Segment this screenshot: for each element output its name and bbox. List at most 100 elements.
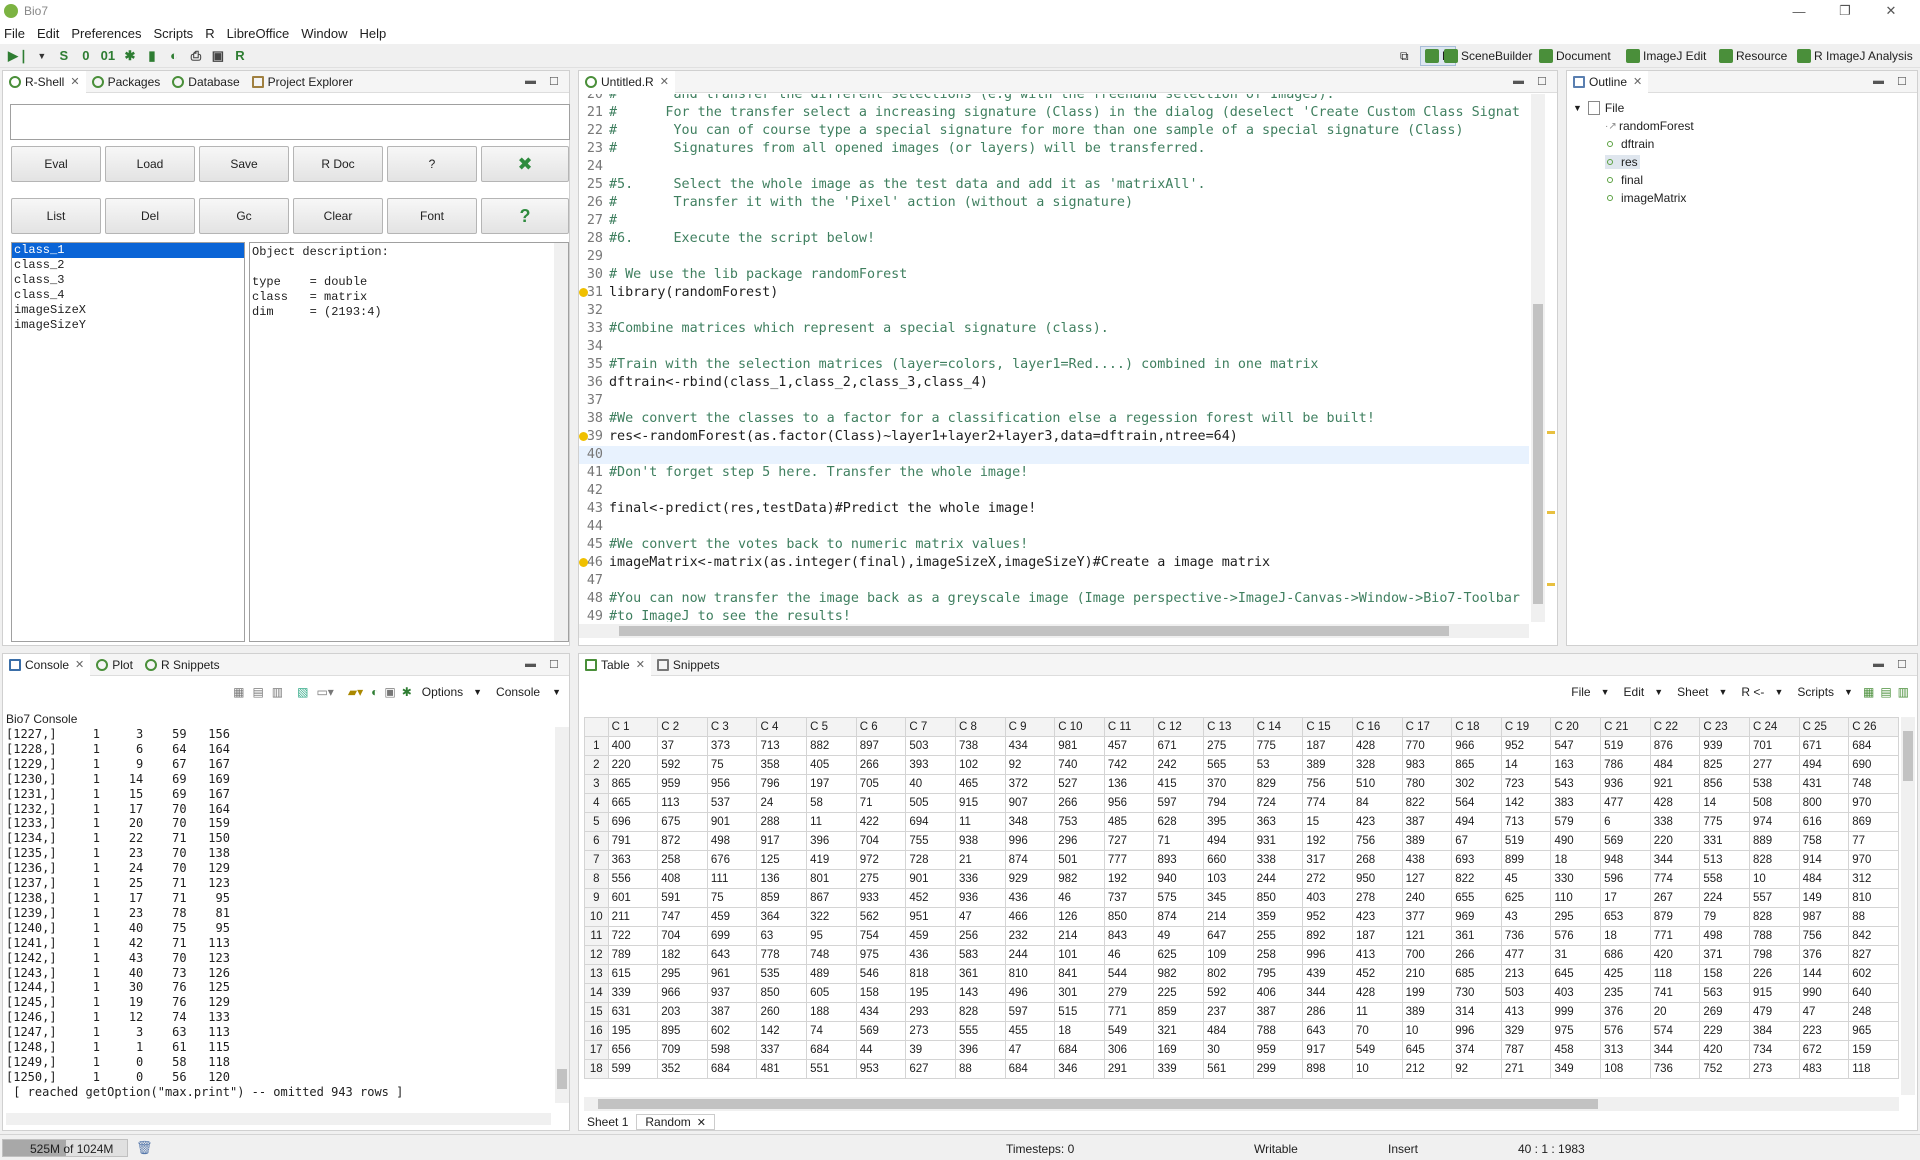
table-cell[interactable]: 494 xyxy=(1203,831,1254,851)
table-cell[interactable]: 226 xyxy=(1748,964,1800,984)
gear-icon[interactable]: ✱ xyxy=(402,685,412,699)
table-cell[interactable]: 395 xyxy=(1203,812,1254,832)
code-line[interactable]: 33 #Combine matrices which represent a sp… xyxy=(579,320,1529,338)
table-cell[interactable]: 127 xyxy=(1401,869,1453,889)
gear-icon[interactable]: ✱ xyxy=(121,47,139,65)
table-cell[interactable]: 361 xyxy=(1451,926,1502,946)
code-line[interactable]: 28 #6. Execute the script below! xyxy=(579,230,1529,248)
table-cell[interactable]: 723 xyxy=(1500,774,1552,794)
table-cell[interactable]: 197 xyxy=(806,774,857,794)
column-header[interactable]: C 16 xyxy=(1351,717,1403,737)
scroll-thumb[interactable] xyxy=(598,1099,1598,1109)
table-cell[interactable]: 77 xyxy=(1848,831,1899,851)
table-cell[interactable]: 455 xyxy=(1004,1021,1056,1041)
table-cell[interactable]: 917 xyxy=(756,831,808,851)
table-cell[interactable]: 770 xyxy=(1401,736,1453,756)
table-cell[interactable]: 959 xyxy=(657,774,708,794)
table-cell[interactable]: 535 xyxy=(756,964,808,984)
table-cell[interactable]: 400 xyxy=(607,736,659,756)
chevron-down-icon[interactable]: ▼ xyxy=(1719,687,1728,697)
table-cell[interactable]: 431 xyxy=(1798,774,1850,794)
table-cell[interactable]: 159 xyxy=(1848,1040,1899,1060)
table-cell[interactable]: 599 xyxy=(607,1059,659,1079)
table-cell[interactable]: 11 xyxy=(1351,1002,1403,1022)
rshell-input[interactable] xyxy=(10,104,570,140)
table-cell[interactable]: 71 xyxy=(855,793,907,813)
table-cell[interactable]: 352 xyxy=(657,1059,708,1079)
table-cell[interactable]: 338 xyxy=(1252,850,1304,870)
table-cell[interactable]: 428 xyxy=(1351,983,1403,1003)
column-header[interactable]: C 3 xyxy=(706,717,758,737)
table-cell[interactable]: 387 xyxy=(1401,812,1453,832)
table-cell[interactable]: 795 xyxy=(1252,964,1304,984)
eval-button[interactable]: Eval xyxy=(11,146,101,182)
table-cell[interactable]: 753 xyxy=(1054,812,1105,832)
table-cell[interactable]: 699 xyxy=(706,926,758,946)
table-cell[interactable]: 561 xyxy=(1203,1059,1254,1079)
table-cell[interactable]: 647 xyxy=(1203,926,1254,946)
table-cell[interactable]: 142 xyxy=(1500,793,1552,813)
clear-console-icon[interactable]: ▦ xyxy=(233,685,244,699)
maximize-icon[interactable]: ☐ xyxy=(1897,658,1907,671)
tree-root-file[interactable]: ▼ File xyxy=(1573,101,1624,115)
table-cell[interactable]: 892 xyxy=(1302,926,1353,946)
column-header[interactable]: C 6 xyxy=(855,717,907,737)
table-cell[interactable]: 266 xyxy=(855,755,907,775)
table-cell[interactable]: 47 xyxy=(1798,1002,1850,1022)
table-cell[interactable]: 477 xyxy=(1500,945,1552,965)
table-cell[interactable]: 389 xyxy=(1302,755,1353,775)
table-cell[interactable]: 671 xyxy=(1798,736,1850,756)
table-cell[interactable]: 43 xyxy=(1500,907,1552,927)
console-horizontal-scrollbar[interactable] xyxy=(6,1113,551,1125)
scroll-thumb[interactable] xyxy=(619,626,1449,636)
table-cell[interactable]: 999 xyxy=(1550,1002,1602,1022)
table-cell[interactable]: 14 xyxy=(1500,755,1552,775)
column-header[interactable]: C 14 xyxy=(1252,717,1304,737)
table-cell[interactable]: 842 xyxy=(1848,926,1899,946)
table-cell[interactable]: 384 xyxy=(1748,1021,1800,1041)
table-cell[interactable]: 458 xyxy=(1550,1040,1602,1060)
table-cell[interactable]: 915 xyxy=(954,793,1006,813)
code-line[interactable]: 45 #We convert the votes back to numeric … xyxy=(579,536,1529,554)
table-cell[interactable]: 363 xyxy=(607,850,659,870)
table-cell[interactable]: 901 xyxy=(706,812,758,832)
close-tab-icon[interactable]: ✕ xyxy=(1633,75,1642,88)
table-cell[interactable]: 214 xyxy=(1054,926,1105,946)
table-cell[interactable]: 30 xyxy=(1203,1040,1254,1060)
table-cell[interactable]: 339 xyxy=(607,983,659,1003)
clear-button[interactable]: Clear xyxy=(293,198,383,234)
table-cell[interactable]: 756 xyxy=(1798,926,1850,946)
table-cell[interactable]: 67 xyxy=(1451,831,1502,851)
table-cell[interactable]: 822 xyxy=(1401,793,1453,813)
table-cell[interactable]: 794 xyxy=(1203,793,1254,813)
code-line[interactable]: 26 # Transfer it with the 'Pixel' action … xyxy=(579,194,1529,212)
table-cell[interactable]: 602 xyxy=(1848,964,1899,984)
minimize-button[interactable]: — xyxy=(1776,0,1822,22)
table-cell[interactable]: 423 xyxy=(1351,907,1403,927)
table-cell[interactable]: 187 xyxy=(1302,736,1353,756)
table-cell[interactable]: 477 xyxy=(1600,793,1651,813)
code-line[interactable]: 21 # For the transfer select a increasing… xyxy=(579,104,1529,122)
table-cell[interactable]: 136 xyxy=(1103,774,1155,794)
table-cell[interactable]: 143 xyxy=(954,983,1006,1003)
table-cell[interactable]: 271 xyxy=(1500,1059,1552,1079)
table-cell[interactable]: 272 xyxy=(1302,869,1353,889)
column-header[interactable]: C 7 xyxy=(905,717,956,737)
table-cell[interactable]: 850 xyxy=(1103,907,1155,927)
code-line[interactable]: 42 xyxy=(579,482,1529,500)
table-cell[interactable]: 555 xyxy=(954,1021,1006,1041)
description-scrollbar[interactable] xyxy=(554,243,568,641)
code-line[interactable]: 37 xyxy=(579,392,1529,410)
r-run-icon[interactable]: ◐ xyxy=(165,47,183,65)
open-folder-icon[interactable]: ▰▾ xyxy=(348,685,363,699)
table-cell[interactable]: 972 xyxy=(855,850,907,870)
table-cell[interactable]: 452 xyxy=(905,888,956,908)
save-button[interactable]: Save xyxy=(199,146,289,182)
table-cell[interactable]: 576 xyxy=(1550,926,1602,946)
table-cell[interactable]: 118 xyxy=(1649,964,1701,984)
table-cell[interactable]: 49 xyxy=(1153,926,1205,946)
gc-button[interactable]: Gc xyxy=(199,198,289,234)
table-cell[interactable]: 996 xyxy=(1451,1021,1502,1041)
table-cell[interactable]: 653 xyxy=(1600,907,1651,927)
table-sheet-menu[interactable]: Sheet xyxy=(1677,685,1708,699)
